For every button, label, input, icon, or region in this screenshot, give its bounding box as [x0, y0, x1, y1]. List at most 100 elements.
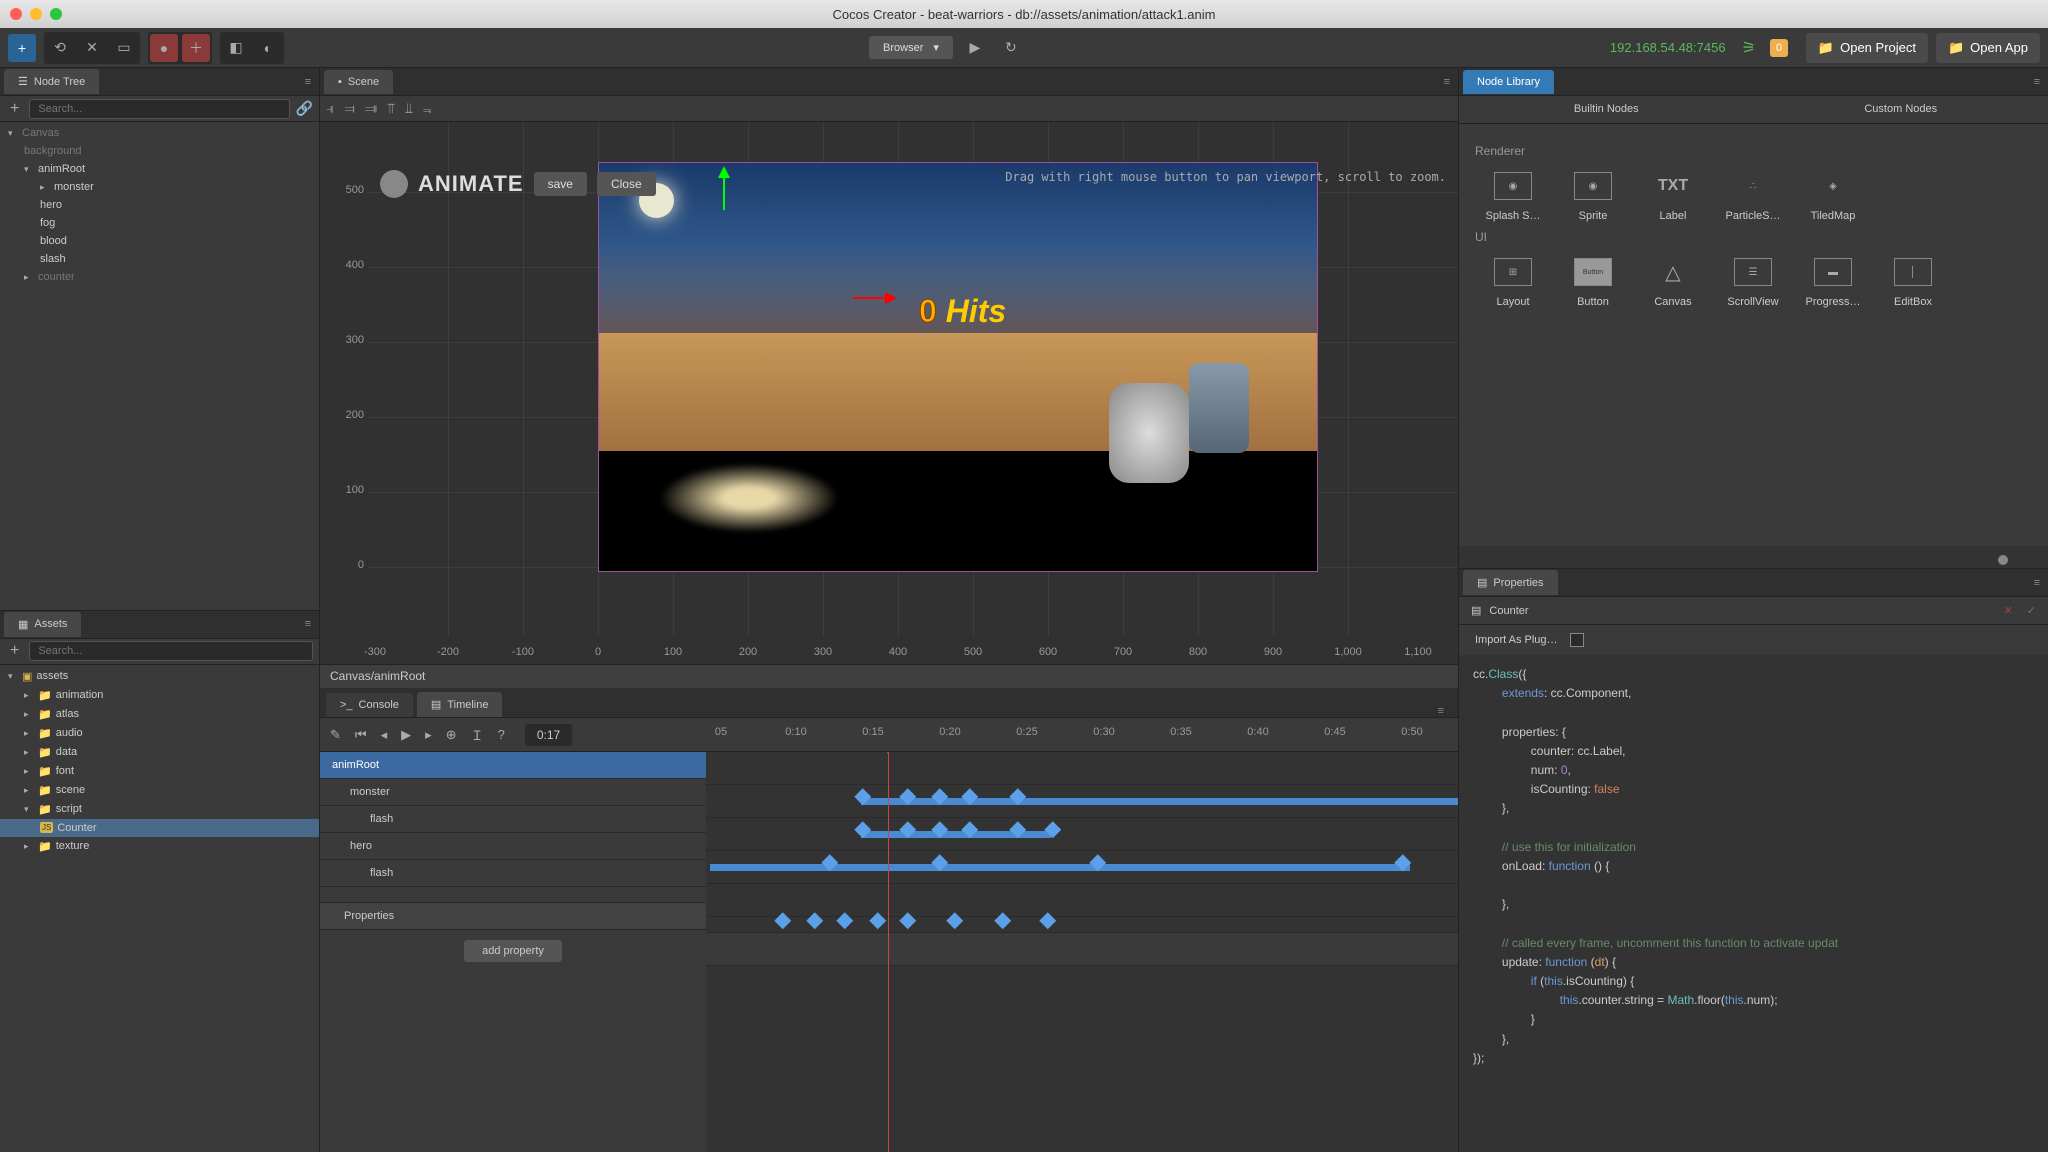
custom-nodes-tab[interactable]: Custom Nodes — [1754, 96, 2048, 124]
add-keyframe-icon[interactable]: ⊕ — [446, 727, 457, 743]
move-tool-icon[interactable]: ⟲ — [46, 34, 74, 62]
align-left-icon[interactable]: ⫣ — [326, 100, 334, 117]
next-frame-icon[interactable]: ▸ — [425, 727, 432, 743]
tree-item-background[interactable]: background — [0, 142, 319, 160]
record-icon[interactable]: ● — [150, 34, 178, 62]
align-right-icon[interactable]: ⫥ — [365, 100, 377, 117]
save-animation-button[interactable]: save — [534, 172, 587, 196]
asset-folder[interactable]: ▸📁 scene — [0, 781, 319, 800]
reload-button[interactable]: ↻ — [997, 34, 1025, 62]
remove-component-icon[interactable]: ✕ — [2004, 604, 2013, 617]
tree-item-slash[interactable]: slash — [0, 250, 319, 268]
add-node-button[interactable]: + — [6, 100, 23, 118]
play-button[interactable]: ▶ — [961, 34, 989, 62]
event-icon[interactable]: Ｉ — [471, 725, 484, 744]
lib-editbox[interactable]: │EditBox — [1875, 258, 1951, 308]
rect-tool-icon[interactable]: ▭ — [110, 34, 138, 62]
tree-item-monster[interactable]: ▸monster — [0, 178, 319, 196]
scene-breadcrumb[interactable]: Canvas/animRoot — [320, 664, 1458, 688]
align-bottom-icon[interactable]: ⫬ — [423, 100, 431, 117]
tree-item-blood[interactable]: blood — [0, 232, 319, 250]
panel-menu-icon[interactable]: ≡ — [1444, 76, 1450, 88]
asset-folder-script[interactable]: ▾📁 script — [0, 800, 319, 819]
node-library-tab[interactable]: Node Library — [1463, 70, 1554, 94]
tree-item-counter[interactable]: ▸counter — [0, 268, 319, 286]
tree-item-hero[interactable]: hero — [0, 196, 319, 214]
help-icon[interactable]: ? — [498, 727, 505, 742]
track-animroot[interactable]: animRoot — [320, 752, 706, 779]
timeline-tracks-area[interactable] — [706, 752, 1458, 1152]
timeline-tab[interactable]: ▤Timeline — [417, 692, 503, 717]
track-hero-flash[interactable]: flash — [320, 860, 706, 887]
tree-item-animroot[interactable]: ▾animRoot — [0, 160, 319, 178]
builtin-nodes-tab[interactable]: Builtin Nodes — [1459, 96, 1754, 124]
asset-folder[interactable]: ▸📁 font — [0, 762, 319, 781]
assets-tab[interactable]: ▦ Assets — [4, 612, 81, 637]
asset-root[interactable]: ▾▣ assets — [0, 667, 319, 686]
tree-item-canvas[interactable]: ▾Canvas — [0, 124, 319, 142]
stop-record-icon[interactable]: ＋ — [182, 34, 210, 62]
gizmo-x-axis[interactable] — [853, 297, 893, 299]
notification-badge[interactable]: 0 — [1770, 39, 1788, 57]
edit-mode-icon[interactable]: ✎ — [330, 727, 341, 743]
gizmo-y-axis[interactable] — [723, 170, 725, 210]
asset-folder[interactable]: ▸📁 audio — [0, 724, 319, 743]
lib-scrollview[interactable]: ☰ScrollView — [1715, 258, 1791, 308]
panel-menu-icon[interactable]: ≡ — [1438, 705, 1444, 717]
library-zoom-slider[interactable] — [1459, 552, 2048, 568]
component-name: Counter — [1489, 605, 1528, 617]
timeline-ruler[interactable]: 05 0:10 0:15 0:20 0:25 0:30 0:35 0:40 0:… — [706, 718, 1458, 752]
asset-folder[interactable]: ▸📁 texture — [0, 837, 319, 856]
align-center-icon[interactable]: ⫤ — [344, 100, 355, 117]
panel-menu-icon[interactable]: ≡ — [2034, 577, 2040, 589]
align-top-icon[interactable]: ⫪ — [387, 100, 395, 117]
playhead[interactable] — [888, 752, 889, 1152]
lib-canvas[interactable]: △Canvas — [1635, 258, 1711, 308]
properties-tab[interactable]: ▤ Properties — [1463, 570, 1558, 595]
lib-progress[interactable]: ▬Progress… — [1795, 258, 1871, 308]
open-project-button[interactable]: 📁 Open Project — [1806, 33, 1928, 63]
track-monster[interactable]: monster — [320, 779, 706, 806]
tree-item-fog[interactable]: fog — [0, 214, 319, 232]
apply-component-icon[interactable]: ✓ — [2027, 604, 2036, 617]
play-timeline-icon[interactable]: ▶ — [401, 727, 411, 743]
track-monster-flash[interactable]: flash — [320, 806, 706, 833]
scale-tool-icon[interactable]: ✕ — [78, 34, 106, 62]
align-middle-icon[interactable]: ⫫ — [405, 100, 413, 117]
add-property-button[interactable]: add property — [464, 940, 562, 962]
panel-menu-icon[interactable]: ≡ — [305, 76, 311, 88]
pivot-tool-icon[interactable]: ◧ — [222, 34, 250, 62]
add-button[interactable]: + — [8, 34, 36, 62]
asset-script-counter[interactable]: JS Counter — [0, 819, 319, 837]
panel-menu-icon[interactable]: ≡ — [2034, 76, 2040, 88]
runtime-dropdown[interactable]: Browser ▾ — [869, 36, 953, 59]
component-header[interactable]: ▤ Counter ✕ ✓ — [1459, 597, 2048, 625]
local-tool-icon[interactable]: ◐ — [254, 34, 282, 62]
node-search-input[interactable] — [29, 99, 289, 119]
lib-sprite[interactable]: ◉Sprite — [1555, 172, 1631, 222]
open-app-button[interactable]: 📁 Open App — [1936, 33, 2040, 63]
add-asset-button[interactable]: + — [6, 642, 23, 660]
lib-tiledmap[interactable]: ◈TiledMap — [1795, 172, 1871, 222]
scene-viewport[interactable]: 0 Hits ANIMATE save Close Drag with rig — [320, 122, 1458, 664]
asset-search-input[interactable] — [29, 641, 313, 661]
lib-layout[interactable]: ⊞Layout — [1475, 258, 1551, 308]
track-hero[interactable]: hero — [320, 833, 706, 860]
asset-folder[interactable]: ▸📁 atlas — [0, 705, 319, 724]
asset-folder[interactable]: ▸📁 data — [0, 743, 319, 762]
prev-frame-icon[interactable]: ◂ — [381, 727, 388, 743]
link-icon[interactable]: 🔗 — [296, 100, 313, 117]
monster-sprite — [1109, 383, 1189, 483]
lib-particle[interactable]: ∴ParticleS… — [1715, 172, 1791, 222]
asset-folder[interactable]: ▸📁 animation — [0, 686, 319, 705]
lib-splash[interactable]: ◉Splash S… — [1475, 172, 1551, 222]
import-plugin-checkbox[interactable] — [1570, 633, 1584, 647]
goto-start-icon[interactable]: ⏮ — [355, 727, 367, 743]
console-tab[interactable]: >_Console — [326, 693, 413, 717]
scene-tab[interactable]: ▪ Scene — [324, 70, 393, 94]
lib-button[interactable]: ButtonButton — [1555, 258, 1631, 308]
close-animation-button[interactable]: Close — [597, 172, 656, 196]
node-tree-tab[interactable]: ☰ Node Tree — [4, 69, 99, 94]
panel-menu-icon[interactable]: ≡ — [305, 618, 311, 630]
lib-label[interactable]: TXTLabel — [1635, 172, 1711, 222]
